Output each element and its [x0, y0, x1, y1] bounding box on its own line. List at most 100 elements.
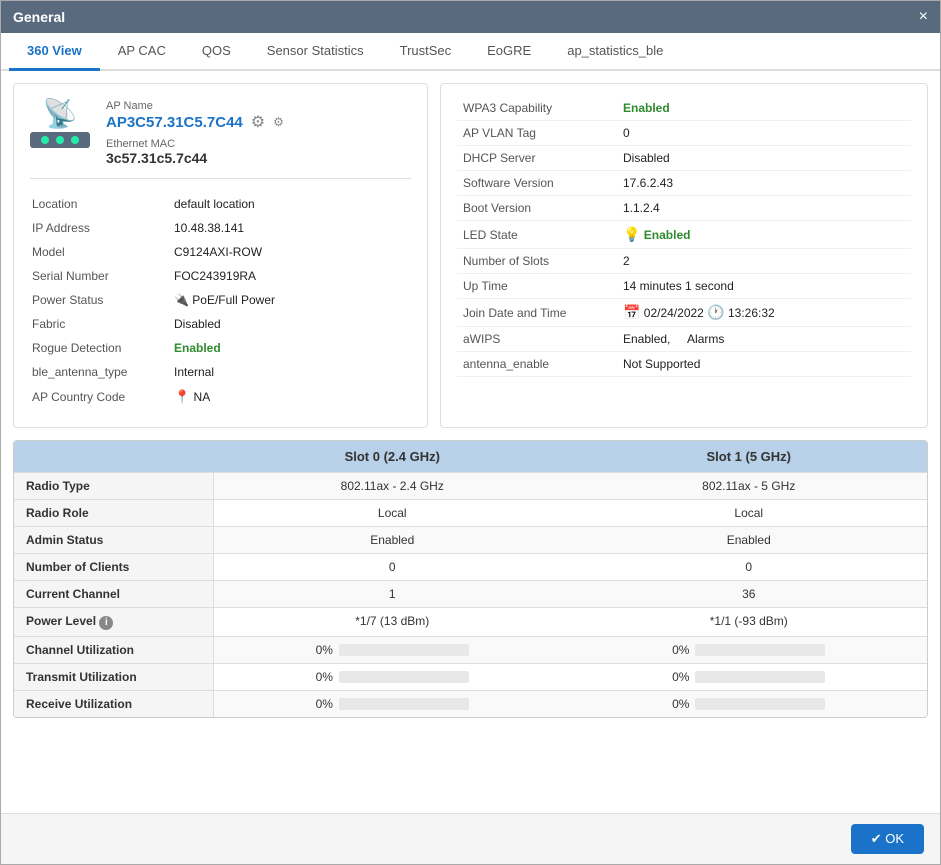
table-row: Location default location	[32, 193, 409, 215]
field-value: 💡 Enabled	[617, 221, 911, 249]
slot1-tx-util: 0%	[571, 664, 928, 690]
slot1-radio-role: Local	[571, 500, 928, 526]
field-label: Join Date and Time	[457, 299, 617, 327]
gear-icon[interactable]: ⚙	[251, 112, 265, 132]
tab-bar: 360 View AP CAC QOS Sensor Statistics Tr…	[1, 33, 940, 71]
field-value: 🔌 PoE/Full Power	[174, 289, 409, 311]
window-title: General	[13, 9, 65, 25]
slot0-radio-type: 802.11ax - 2.4 GHz	[214, 473, 571, 499]
table-row: AP VLAN Tag 0	[457, 121, 911, 146]
power-icon: 🔌	[174, 293, 189, 307]
top-section: 📡 AP Name AP3C57.31C5.7C44 ⚙ ⚙	[13, 83, 928, 428]
table-row: Power Level i *1/7 (13 dBm) *1/1 (-93 dB…	[14, 607, 927, 636]
tab-eogre[interactable]: EoGRE	[469, 33, 549, 71]
field-label: Boot Version	[457, 196, 617, 221]
table-row: Rogue Detection Enabled	[32, 337, 409, 359]
slot1-power-level: *1/1 (-93 dBm)	[571, 608, 928, 636]
row-label: Radio Role	[14, 500, 214, 526]
tab-qos[interactable]: QOS	[184, 33, 249, 71]
util-pct-label: 0%	[672, 643, 689, 657]
field-label: Number of Slots	[457, 249, 617, 274]
field-label: Software Version	[457, 171, 617, 196]
wpa3-status: Enabled	[623, 101, 670, 115]
tab-trustsec[interactable]: TrustSec	[382, 33, 470, 71]
table-row: Serial Number FOC243919RA	[32, 265, 409, 287]
slot1-admin-status: Enabled	[571, 527, 928, 553]
table-row: Software Version 17.6.2.43	[457, 171, 911, 196]
row-label: Radio Type	[14, 473, 214, 499]
field-label: AP VLAN Tag	[457, 121, 617, 146]
table-row: LED State 💡 Enabled	[457, 221, 911, 249]
tab-apcac[interactable]: AP CAC	[100, 33, 184, 71]
slot0-header: Slot 0 (2.4 GHz)	[214, 441, 571, 472]
general-window: General × 360 View AP CAC QOS Sensor Sta…	[0, 0, 941, 865]
title-bar: General ×	[1, 1, 940, 33]
util-bar-container: 0%	[583, 697, 916, 711]
row-label: Number of Clients	[14, 554, 214, 580]
field-value: Enabled	[174, 337, 409, 359]
field-value: Internal	[174, 361, 409, 383]
field-label: WPA3 Capability	[457, 96, 617, 121]
ap-icon-area: 📡 AP Name AP3C57.31C5.7C44 ⚙ ⚙	[30, 100, 411, 179]
ap-icon: 📡	[30, 100, 90, 148]
led-3	[71, 136, 79, 144]
field-value: 1.1.2.4	[617, 196, 911, 221]
util-bar	[339, 698, 469, 710]
row-label: Admin Status	[14, 527, 214, 553]
slot0-power-level: *1/7 (13 dBm)	[214, 608, 571, 636]
ap-info: AP Name AP3C57.31C5.7C44 ⚙ ⚙ Ethernet MA…	[106, 100, 411, 166]
tab-ap-statistics-ble[interactable]: ap_statistics_ble	[549, 33, 681, 71]
util-bar-container: 0%	[226, 643, 559, 657]
table-row: Fabric Disabled	[32, 313, 409, 335]
field-value: 📅 02/24/2022 🕐 13:26:32	[617, 299, 911, 327]
slot1-rx-util: 0%	[571, 691, 928, 717]
util-bar-container: 0%	[583, 643, 916, 657]
field-label: aWIPS	[457, 327, 617, 352]
left-panel: 📡 AP Name AP3C57.31C5.7C44 ⚙ ⚙	[13, 83, 428, 428]
util-bar	[339, 671, 469, 683]
led-1	[41, 136, 49, 144]
table-row: Transmit Utilization 0% 0%	[14, 663, 927, 690]
ap-detail-table: WPA3 Capability Enabled AP VLAN Tag 0 DH…	[457, 96, 911, 377]
gear-icon-2[interactable]: ⚙	[273, 115, 284, 129]
field-value: Disabled	[174, 313, 409, 335]
field-value: 2	[617, 249, 911, 274]
close-button[interactable]: ×	[919, 9, 928, 25]
bulb-icon: 💡	[623, 226, 640, 242]
tab-360view[interactable]: 360 View	[9, 33, 100, 71]
row-label: Transmit Utilization	[14, 664, 214, 690]
field-label: antenna_enable	[457, 352, 617, 377]
util-bar	[339, 644, 469, 656]
table-row: Radio Role Local Local	[14, 499, 927, 526]
slot1-channel-util: 0%	[571, 637, 928, 663]
info-icon: i	[99, 616, 113, 630]
ok-button[interactable]: ✔ OK	[851, 824, 924, 854]
table-row: Current Channel 1 36	[14, 580, 927, 607]
table-row: Channel Utilization 0% 0%	[14, 636, 927, 663]
table-row: Model C9124AXI-ROW	[32, 241, 409, 263]
row-label: Channel Utilization	[14, 637, 214, 663]
field-value: Not Supported	[617, 352, 911, 377]
slot1-clients: 0	[571, 554, 928, 580]
util-bar-container: 0%	[226, 697, 559, 711]
field-value: 14 minutes 1 second	[617, 274, 911, 299]
field-value: default location	[174, 193, 409, 215]
field-label: Serial Number	[32, 265, 172, 287]
slot-table: Slot 0 (2.4 GHz) Slot 1 (5 GHz) Radio Ty…	[13, 440, 928, 718]
row-label: Receive Utilization	[14, 691, 214, 717]
field-value: Enabled	[617, 96, 911, 121]
table-row: Power Status 🔌 PoE/Full Power	[32, 289, 409, 311]
slot0-channel-util: 0%	[214, 637, 571, 663]
field-value: Enabled, Alarms	[617, 327, 911, 352]
slot1-header: Slot 1 (5 GHz)	[571, 441, 928, 472]
table-row: Up Time 14 minutes 1 second	[457, 274, 911, 299]
table-row: aWIPS Enabled, Alarms	[457, 327, 911, 352]
slot0-tx-util: 0%	[214, 664, 571, 690]
led-2	[56, 136, 64, 144]
field-value: 📍 NA	[174, 385, 409, 409]
ap-name-label: AP Name	[106, 100, 411, 112]
tab-sensor-statistics[interactable]: Sensor Statistics	[249, 33, 382, 71]
util-pct-label: 0%	[316, 697, 333, 711]
table-row: DHCP Server Disabled	[457, 146, 911, 171]
slot0-clients: 0	[214, 554, 571, 580]
